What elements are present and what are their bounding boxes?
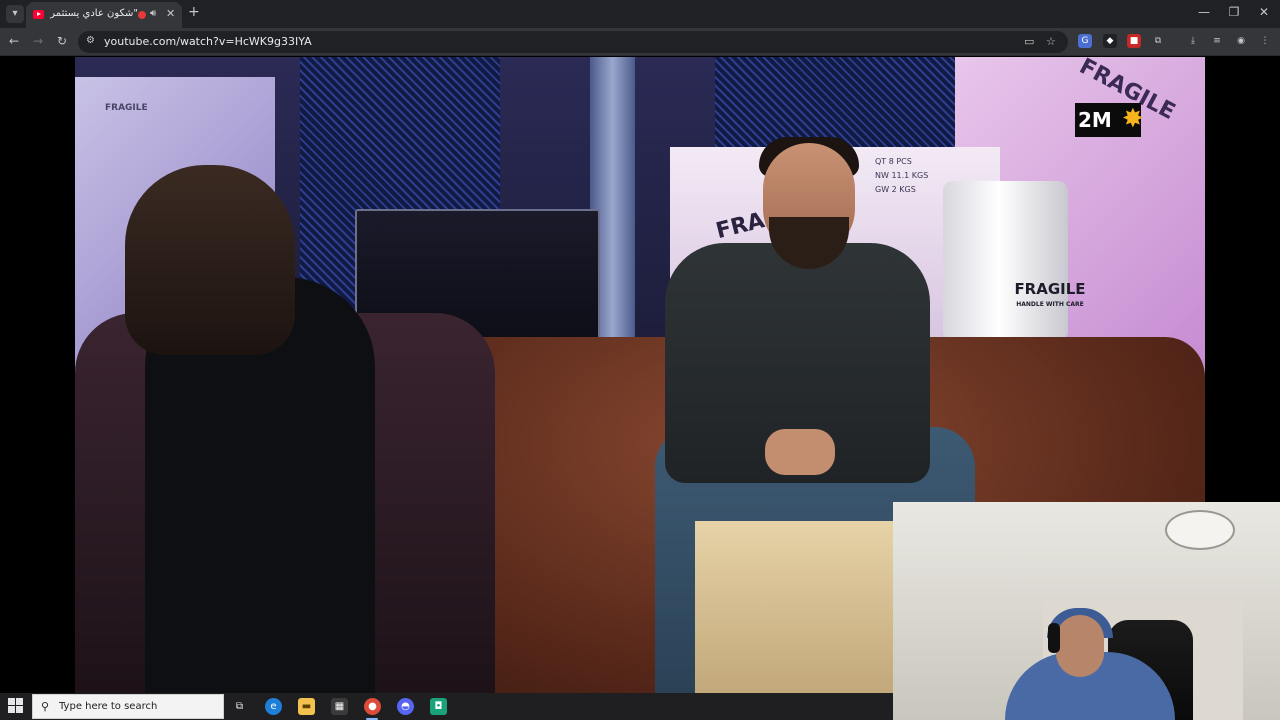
- address-toolbar: ← → ↻ ⚙ youtube.com/watch?v=HcWK9g33IYA …: [0, 28, 1280, 56]
- bookmark-star-icon[interactable]: ☆: [1046, 35, 1056, 48]
- barrel-label: FRAGILE HANDLE WITH CARE: [1000, 282, 1100, 312]
- box-spec-line: GW 2 KGS: [875, 185, 916, 194]
- minimize-icon[interactable]: —: [1194, 5, 1214, 19]
- app-icon[interactable]: ◘: [430, 698, 447, 715]
- webcam-headset: [1048, 623, 1060, 653]
- store-icon[interactable]: ▦: [331, 698, 348, 715]
- extension-diamond-icon[interactable]: ◆: [1103, 34, 1117, 48]
- guest-hands: [765, 429, 835, 475]
- address-bar[interactable]: ⚙ youtube.com/watch?v=HcWK9g33IYA ▭ ☆: [78, 31, 1068, 53]
- task-view-icon[interactable]: ⧉: [231, 698, 248, 715]
- channel-logo-star-icon: ✸: [1122, 104, 1144, 134]
- set-barrel: [943, 181, 1068, 341]
- taskbar-search-input[interactable]: ⚲ Type here to search: [32, 694, 224, 719]
- tab-title: "شكون عادي يستثمر فمنا: [48, 8, 138, 19]
- url-text[interactable]: youtube.com/watch?v=HcWK9g33IYA: [104, 35, 312, 48]
- set-text-fragile-left: FRAGILE: [105, 103, 148, 113]
- host-hair: [125, 165, 295, 355]
- screen: ▾ "شكون عادي يستثمر فمنا 🔊︎ ✕ + — ❐ ✕ ← …: [0, 0, 1280, 720]
- speaker-icon[interactable]: 🔊︎: [150, 8, 156, 19]
- media-controls-icon[interactable]: ≡: [1210, 34, 1224, 48]
- webcam-person-face: [1056, 615, 1104, 677]
- wooden-table: [695, 521, 895, 693]
- discord-icon[interactable]: ◓: [397, 698, 414, 715]
- window-close-icon[interactable]: ✕: [1254, 5, 1274, 19]
- edge-icon[interactable]: e: [265, 698, 282, 715]
- windows-start-icon[interactable]: [8, 698, 24, 714]
- extension-red-icon[interactable]: ■: [1127, 34, 1141, 48]
- chrome-icon[interactable]: ●: [364, 698, 381, 715]
- back-icon[interactable]: ←: [6, 34, 22, 48]
- cast-icon[interactable]: ▭: [1024, 35, 1034, 48]
- restore-icon[interactable]: ❐: [1224, 5, 1244, 19]
- new-tab-button[interactable]: +: [188, 4, 200, 20]
- recording-icon: [138, 11, 146, 19]
- translate-extension-icon[interactable]: G: [1078, 34, 1092, 48]
- taskbar: ⚲ Type here to search ⧉ e ▬ ▦ ● ◓ ◘: [0, 693, 893, 720]
- tab-search-icon[interactable]: ▾: [6, 5, 24, 23]
- file-explorer-icon[interactable]: ▬: [298, 698, 315, 715]
- barrel-label-sub: HANDLE WITH CARE: [1016, 301, 1084, 308]
- menu-kebab-icon[interactable]: ⋮: [1258, 34, 1272, 48]
- forward-icon[interactable]: →: [30, 34, 46, 48]
- search-placeholder: Type here to search: [59, 701, 158, 712]
- barrel-label-main: FRAGILE: [1014, 280, 1086, 298]
- webcam-overlay: [893, 502, 1280, 720]
- search-icon: ⚲: [41, 700, 50, 713]
- tab-strip: ▾ "شكون عادي يستثمر فمنا 🔊︎ ✕ + — ❐ ✕: [0, 0, 1280, 28]
- set-box-specs: QT 8 PCS NW 11.1 KGS GW 2 KGS: [875, 155, 928, 197]
- downloads-icon[interactable]: ⤓: [1186, 34, 1200, 48]
- tab-close-icon[interactable]: ✕: [166, 7, 175, 20]
- webcam-ceiling-light: [1165, 510, 1235, 550]
- site-info-icon[interactable]: ⚙: [86, 35, 95, 46]
- youtube-icon: [33, 10, 44, 19]
- browser-tab[interactable]: "شكون عادي يستثمر فمنا 🔊︎ ✕: [26, 2, 182, 28]
- box-spec-line: QT 8 PCS: [875, 157, 912, 166]
- profile-icon[interactable]: ◉: [1234, 34, 1248, 48]
- box-spec-line: NW 11.1 KGS: [875, 171, 929, 180]
- reload-icon[interactable]: ↻: [54, 34, 70, 48]
- extensions-puzzle-icon[interactable]: ⧉: [1151, 34, 1165, 48]
